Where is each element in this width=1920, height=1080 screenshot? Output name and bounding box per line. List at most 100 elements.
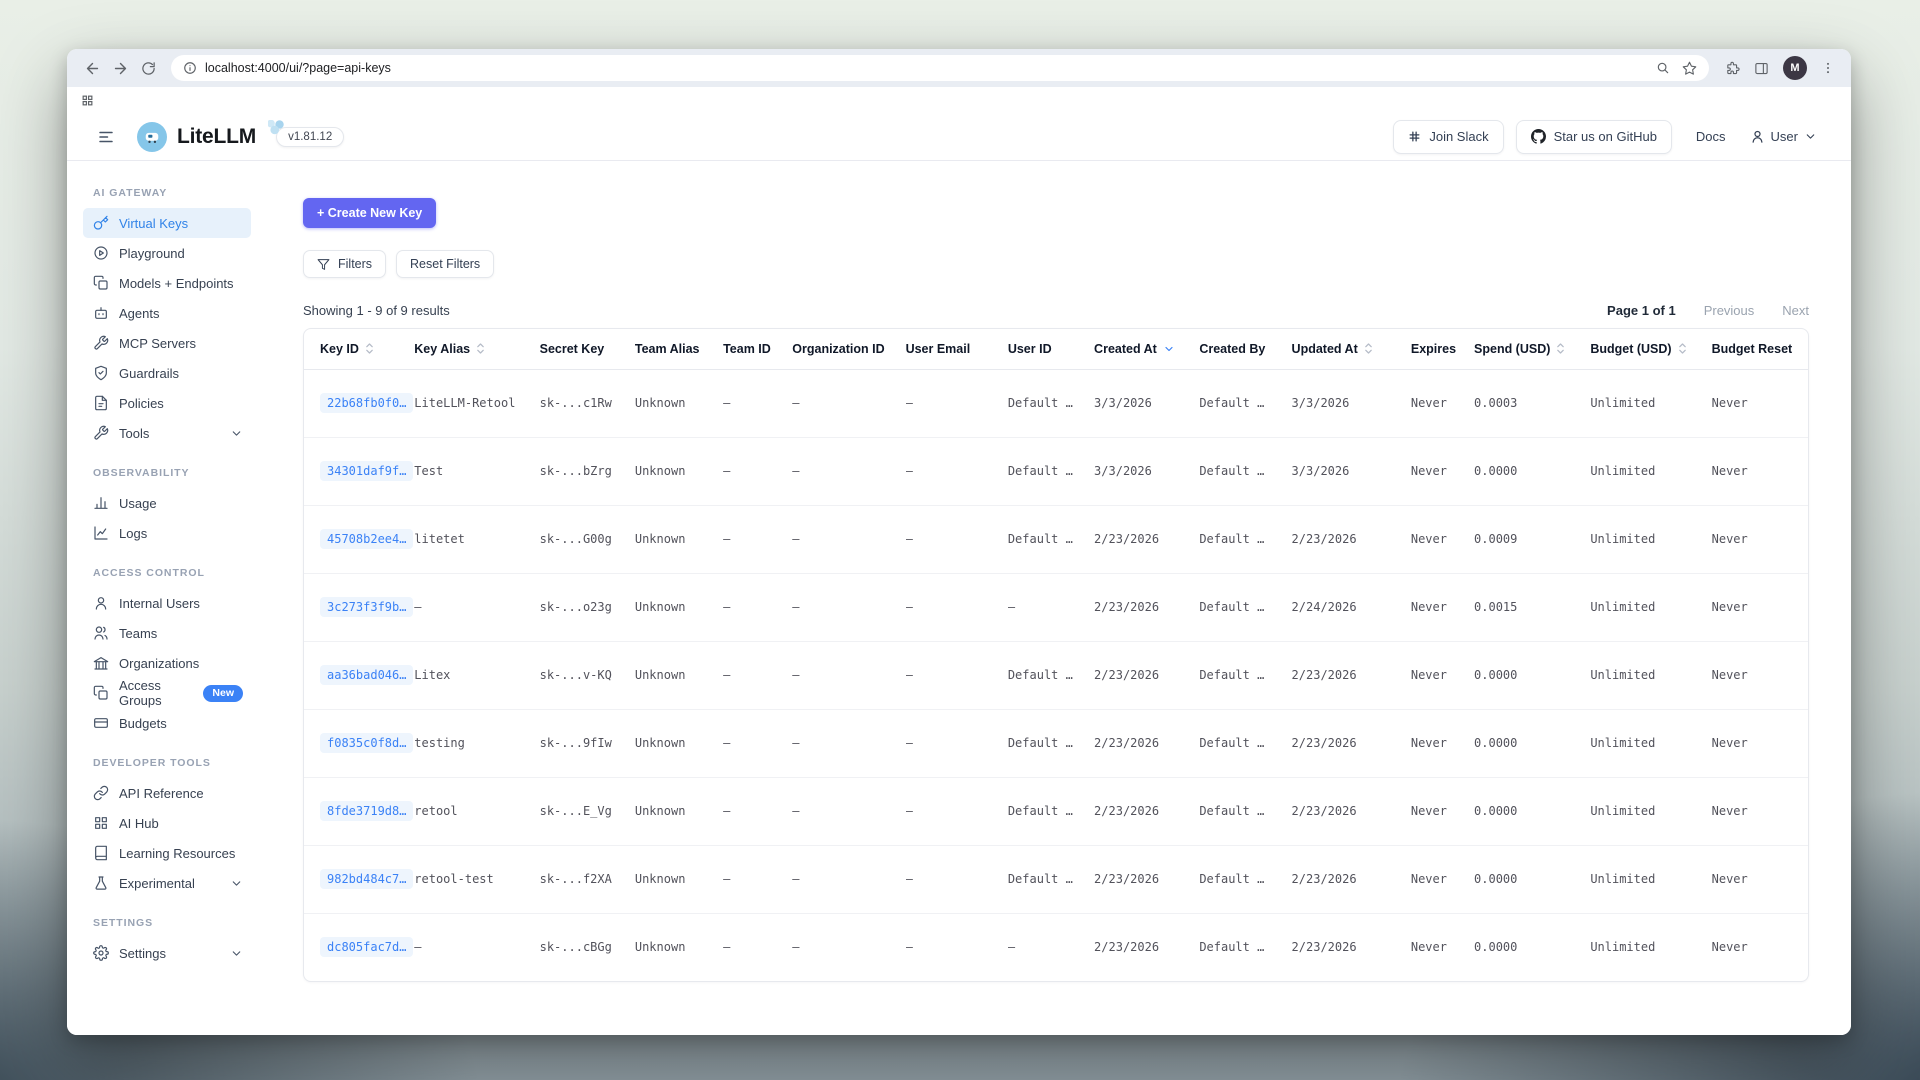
key-id-link[interactable]: dc805fac7d… — [320, 937, 413, 957]
docs-link[interactable]: Docs — [1696, 129, 1726, 144]
sidebar-item-agents[interactable]: Agents — [83, 298, 251, 328]
key-id-link[interactable]: 8fde3719d8… — [320, 801, 413, 821]
column-expires: Expires — [1411, 329, 1474, 369]
sidebar-item-settings[interactable]: Settings — [83, 938, 251, 968]
column-label: Created At — [1094, 342, 1157, 356]
cell-team-alias: Unknown — [635, 573, 723, 641]
cell-team-id: – — [723, 845, 792, 913]
table-header-row: Key IDKey AliasSecret KeyTeam AliasTeam … — [304, 329, 1808, 369]
key-id-link[interactable]: aa36bad046… — [320, 665, 413, 685]
apps-grid-icon[interactable] — [81, 94, 94, 107]
keys-table-card: Key IDKey AliasSecret KeyTeam AliasTeam … — [303, 328, 1809, 982]
new-badge: New — [203, 685, 243, 702]
column-spend-usd[interactable]: Spend (USD) — [1474, 329, 1590, 369]
cell-team-alias: Unknown — [635, 845, 723, 913]
column-created-at[interactable]: Created At — [1094, 329, 1199, 369]
column-label: Key ID — [320, 342, 359, 356]
sidebar-item-teams[interactable]: Teams — [83, 618, 251, 648]
sidebar-item-virtual-keys[interactable]: Virtual Keys — [83, 208, 251, 238]
extensions-icon[interactable] — [1725, 61, 1740, 76]
key-id-link[interactable]: 34301daf9f… — [320, 461, 413, 481]
user-menu[interactable]: User — [1750, 129, 1817, 144]
column-budget-usd[interactable]: Budget (USD) — [1590, 329, 1711, 369]
cell-created-at: 2/23/2026 — [1094, 845, 1199, 913]
sidebar-item-label: Usage — [119, 496, 157, 511]
column-label: Team ID — [723, 342, 771, 356]
create-new-key-button[interactable]: + Create New Key — [303, 198, 436, 228]
cell-user-id: Default … — [1008, 777, 1094, 845]
keys-table: Key IDKey AliasSecret KeyTeam AliasTeam … — [304, 329, 1808, 981]
cell-updated-at: 2/23/2026 — [1292, 845, 1411, 913]
sidebar-item-policies[interactable]: Policies — [83, 388, 251, 418]
column-key-alias[interactable]: Key Alias — [414, 329, 539, 369]
browser-reload-button[interactable] — [135, 55, 161, 81]
sidebar-item-experimental[interactable]: Experimental — [83, 868, 251, 898]
chevron-down-icon — [230, 947, 243, 960]
sidebar-collapse-button[interactable] — [97, 128, 115, 146]
browser-forward-button[interactable] — [107, 55, 133, 81]
cell-spend-usd: 0.0000 — [1474, 709, 1590, 777]
sidebar-item-access-groups[interactable]: Access GroupsNew — [83, 678, 251, 708]
sidebar-item-mcp-servers[interactable]: MCP Servers — [83, 328, 251, 358]
cell-expires: Never — [1411, 437, 1474, 505]
cell-team-id: – — [723, 641, 792, 709]
url-text[interactable]: localhost:4000/ui/?page=api-keys — [205, 61, 391, 75]
line-chart-icon — [93, 525, 109, 541]
filters-button[interactable]: Filters — [303, 250, 386, 278]
sidebar-item-internal-users[interactable]: Internal Users — [83, 588, 251, 618]
profile-avatar[interactable]: M — [1783, 56, 1807, 80]
key-id-link[interactable]: 3c273f3f9b… — [320, 597, 413, 617]
cell-updated-at: 3/3/2026 — [1292, 437, 1411, 505]
column-label: User ID — [1008, 342, 1052, 356]
sidebar-item-api-reference[interactable]: API Reference — [83, 778, 251, 808]
cell-user-email: – — [906, 505, 1008, 573]
app-header: LiteLLM v1.81.12 Join Slack Star us on G… — [67, 113, 1851, 161]
url-bar[interactable]: localhost:4000/ui/?page=api-keys — [171, 55, 1709, 81]
sidebar-item-organizations[interactable]: Organizations — [83, 648, 251, 678]
column-updated-at[interactable]: Updated At — [1292, 329, 1411, 369]
sidebar-item-logs[interactable]: Logs — [83, 518, 251, 548]
cell-key-alias: – — [414, 573, 539, 641]
cell-key-alias: Litex — [414, 641, 539, 709]
cell-updated-at: 2/23/2026 — [1292, 641, 1411, 709]
cell-secret-key: sk-...9fIw — [540, 709, 635, 777]
reset-filters-button[interactable]: Reset Filters — [396, 250, 494, 278]
star-github-button[interactable]: Star us on GitHub — [1516, 120, 1672, 154]
cell-budget-usd: Unlimited — [1590, 369, 1711, 437]
sidebar-item-tools[interactable]: Tools — [83, 418, 251, 448]
key-id-link[interactable]: 22b68fb0f0… — [320, 393, 413, 413]
key-id-link[interactable]: 982bd484c7… — [320, 869, 413, 889]
user-icon — [93, 595, 109, 611]
previous-button[interactable]: Previous — [1704, 303, 1755, 318]
sidebar-section-label: SETTINGS — [93, 917, 251, 929]
zoom-icon[interactable] — [1656, 61, 1670, 75]
sidebar-item-models-endpoints[interactable]: Models + Endpoints — [83, 268, 251, 298]
table-row: aa36bad046…Litexsk-...v-KQUnknown–––Defa… — [304, 641, 1808, 709]
cell-user-email: – — [906, 369, 1008, 437]
column-user-email: User Email — [906, 329, 1008, 369]
browser-menu-kebab[interactable] — [1821, 61, 1835, 75]
sidebar-item-playground[interactable]: Playground — [83, 238, 251, 268]
bookmark-star-icon[interactable] — [1682, 61, 1697, 76]
sidebar-item-ai-hub[interactable]: AI Hub — [83, 808, 251, 838]
browser-window: localhost:4000/ui/?page=api-keys M LiteL… — [67, 49, 1851, 1035]
join-slack-button[interactable]: Join Slack — [1393, 120, 1503, 154]
sidebar-item-budgets[interactable]: Budgets — [83, 708, 251, 738]
key-id-link[interactable]: 45708b2ee4… — [320, 529, 413, 549]
column-key-id[interactable]: Key ID — [304, 329, 414, 369]
wrench-icon — [93, 335, 109, 351]
sidebar-item-label: Policies — [119, 396, 164, 411]
next-button[interactable]: Next — [1782, 303, 1809, 318]
key-id-link[interactable]: f0835c0f8d… — [320, 733, 413, 753]
cell-key-id: 34301daf9f… — [304, 437, 414, 505]
sidebar-item-learning-resources[interactable]: Learning Resources — [83, 838, 251, 868]
cell-expires: Never — [1411, 369, 1474, 437]
sidebar-item-guardrails[interactable]: Guardrails — [83, 358, 251, 388]
browser-back-button[interactable] — [79, 55, 105, 81]
slack-icon — [1408, 130, 1421, 143]
side-panel-icon[interactable] — [1754, 61, 1769, 76]
cell-budget-usd: Unlimited — [1590, 709, 1711, 777]
site-info-icon[interactable] — [183, 61, 197, 75]
sidebar-item-usage[interactable]: Usage — [83, 488, 251, 518]
cell-expires: Never — [1411, 777, 1474, 845]
